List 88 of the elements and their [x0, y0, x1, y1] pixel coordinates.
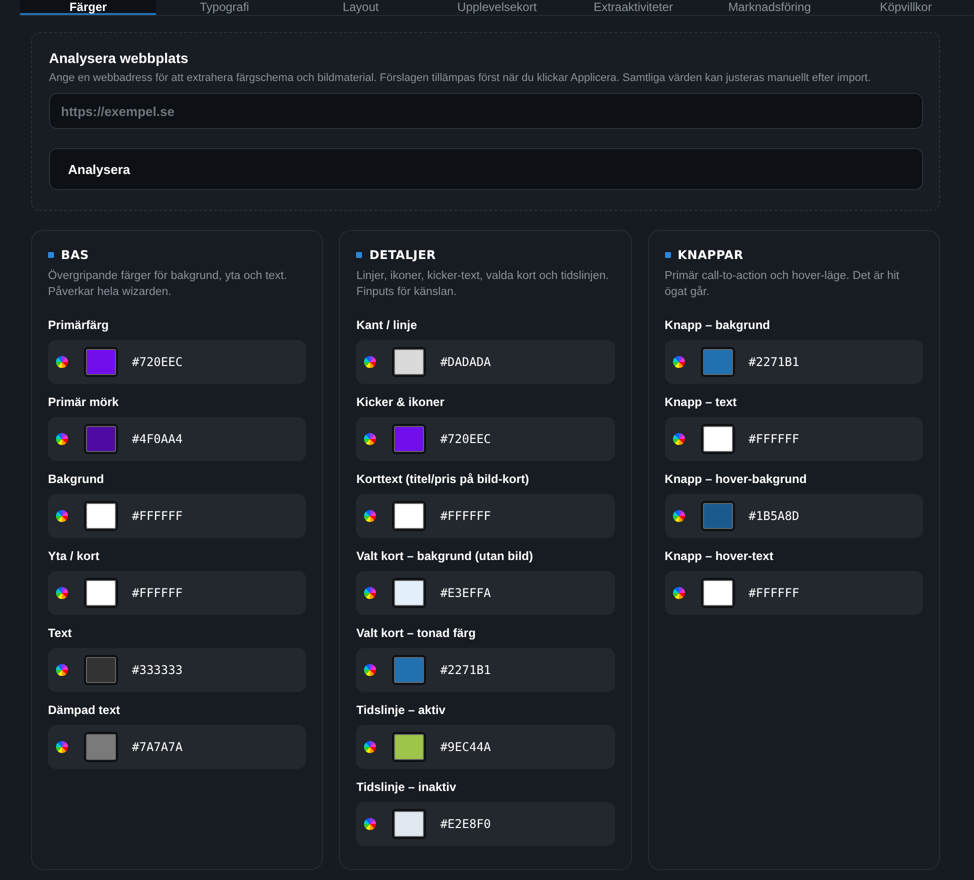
- color-swatch[interactable]: [392, 501, 426, 531]
- hex-value: #E3EFFA: [440, 586, 491, 600]
- hex-value: #FFFFFF: [132, 509, 183, 523]
- color-swatch[interactable]: [700, 424, 735, 454]
- color-swatch[interactable]: [392, 347, 426, 377]
- field-label: Kicker & ikoner: [356, 395, 446, 409]
- field-label: Text: [48, 626, 73, 640]
- hex-value: #DADADA: [440, 355, 491, 369]
- bullet-icon: [48, 252, 54, 258]
- group-title: DETALJER: [369, 248, 436, 262]
- url-field[interactable]: https://exempel.se: [49, 93, 923, 129]
- field-label: Knapp – hover-bakgrund: [664, 472, 808, 486]
- hex-value: #7A7A7A: [132, 740, 183, 754]
- section-description: Ange en webbadress för att extrahera färgschema och bildmaterial. Förslagen tillämpas först när du klickar Applicera. Samtliga värden kan justeras manuellt efter import.: [49, 72, 872, 84]
- color-swatch[interactable]: [700, 578, 735, 608]
- hex-value: #720EEC: [132, 355, 183, 369]
- group-description: Linjer, ikoner, kicker-text, valda kort och tidslinjen. Finputs för känslan.: [356, 269, 610, 300]
- group-title: BAS: [61, 248, 89, 262]
- color-swatch[interactable]: [84, 501, 118, 531]
- color-wheel-icon[interactable]: [672, 433, 685, 445]
- tab[interactable]: Marknadsföring: [701, 0, 838, 15]
- color-wheel-icon[interactable]: [364, 741, 376, 753]
- tab[interactable]: Layout: [292, 0, 429, 15]
- hex-value: #9EC44A: [440, 740, 491, 754]
- group-description: Primär call-to-action och hover-läge. Det är hit ögat går.: [664, 269, 900, 300]
- field-label: Valt kort – bakgrund (utan bild): [356, 549, 534, 563]
- color-wheel-icon[interactable]: [56, 741, 68, 753]
- field-label: Knapp – hover-text: [664, 549, 774, 563]
- hex-value: #FFFFFF: [132, 586, 183, 600]
- field-label: Valt kort – tonad färg: [356, 626, 477, 640]
- hex-value: #E2E8F0: [440, 817, 491, 831]
- color-wheel-icon[interactable]: [672, 510, 685, 522]
- color-swatch[interactable]: [84, 732, 118, 762]
- color-swatch[interactable]: [84, 655, 118, 685]
- field-label: Primär mörk: [48, 395, 120, 409]
- group-description: Övergripande färger för bakgrund, yta och text. Påverkar hela wizarden.: [48, 268, 288, 300]
- hex-value: #2271B1: [440, 663, 491, 677]
- color-swatch[interactable]: [392, 424, 426, 454]
- hex-value: #1B5A8D: [748, 509, 800, 523]
- color-wheel-icon[interactable]: [56, 587, 68, 599]
- field-label: Kant / linje: [356, 318, 418, 332]
- hex-value: #2271B1: [748, 355, 800, 369]
- color-wheel-icon[interactable]: [364, 433, 376, 445]
- hex-value: #FFFFFF: [440, 509, 491, 523]
- color-wheel-icon[interactable]: [364, 587, 376, 599]
- color-wheel-icon[interactable]: [56, 433, 68, 445]
- bullet-icon: [356, 252, 362, 258]
- hex-value: #FFFFFF: [748, 432, 800, 446]
- field-label: Knapp – text: [664, 395, 738, 409]
- tab[interactable]: Färger: [20, 0, 156, 15]
- color-wheel-icon[interactable]: [56, 356, 68, 368]
- color-wheel-icon[interactable]: [56, 664, 68, 676]
- color-swatch[interactable]: [84, 424, 118, 454]
- field-label: Korttext (titel/pris på bild-kort): [356, 472, 530, 486]
- tab[interactable]: Extraaktiviteter: [565, 0, 702, 15]
- hex-value: #4F0AA4: [132, 432, 183, 446]
- color-swatch[interactable]: [84, 347, 118, 377]
- field-label: Dämpad text: [48, 703, 122, 717]
- color-swatch[interactable]: [700, 347, 735, 377]
- hex-value: #FFFFFF: [748, 586, 800, 600]
- tab[interactable]: Upplevelsekort: [428, 0, 566, 15]
- field-label: Yta / kort: [48, 549, 100, 563]
- color-swatch[interactable]: [392, 809, 426, 839]
- color-wheel-icon[interactable]: [364, 664, 376, 676]
- color-wheel-icon[interactable]: [364, 818, 376, 830]
- field-label: Tidslinje – aktiv: [356, 703, 446, 717]
- field-label: Primärfärg: [48, 318, 110, 332]
- color-swatch[interactable]: [700, 501, 735, 531]
- hex-value: #333333: [132, 663, 183, 677]
- field-label: Bakgrund: [48, 472, 106, 486]
- color-wheel-icon[interactable]: [364, 356, 376, 368]
- color-swatch[interactable]: [392, 578, 426, 608]
- color-wheel-icon[interactable]: [364, 510, 376, 522]
- field-label: Knapp – bakgrund: [664, 318, 771, 332]
- group-title: KNAPPAR: [678, 248, 744, 262]
- bullet-icon: [664, 252, 671, 258]
- tab[interactable]: Typografi: [156, 0, 293, 15]
- hex-value: #720EEC: [440, 432, 491, 446]
- section-title: Analysera webbplats: [49, 50, 190, 66]
- tab[interactable]: Köpvillkor: [838, 0, 974, 15]
- color-wheel-icon[interactable]: [56, 510, 68, 522]
- analyze-button[interactable]: Analysera: [49, 148, 923, 190]
- color-swatch[interactable]: [84, 578, 118, 608]
- color-swatch[interactable]: [392, 732, 426, 762]
- color-swatch[interactable]: [392, 655, 426, 685]
- color-wheel-icon[interactable]: [672, 587, 685, 599]
- field-label: Tidslinje – inaktiv: [356, 780, 458, 794]
- color-wheel-icon[interactable]: [672, 356, 685, 368]
